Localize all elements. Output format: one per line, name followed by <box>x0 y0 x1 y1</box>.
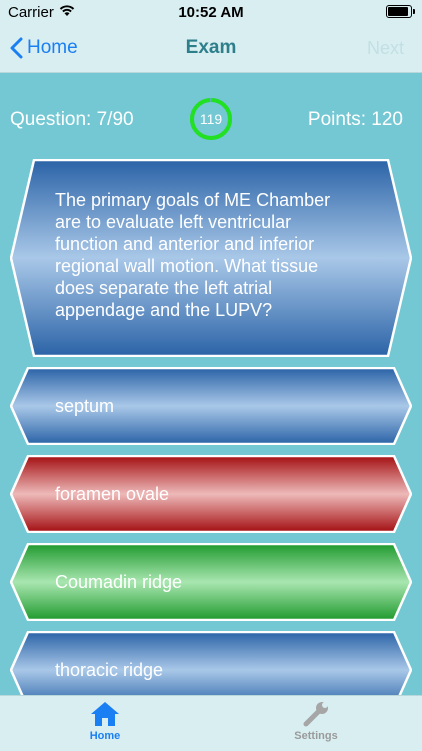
answer-option[interactable]: foramen ovale <box>10 455 412 533</box>
question-line: does separate the left atrial <box>55 278 273 298</box>
next-button[interactable]: Next <box>367 38 404 59</box>
battery-icon <box>386 5 415 18</box>
answer-label: septum <box>55 396 115 416</box>
timer: 119 <box>188 96 234 142</box>
answer-option[interactable]: Coumadin ridge <box>10 543 412 621</box>
page-title: Exam <box>185 37 237 58</box>
answer-option[interactable]: septum <box>10 367 412 445</box>
tab-settings-label: Settings <box>294 730 338 742</box>
question-counter: Question: 7/90 <box>10 109 134 130</box>
timer-value: 119 <box>199 111 223 127</box>
status-time: 10:52 AM <box>178 4 244 21</box>
question-line: appendage and the LUPV? <box>55 300 273 320</box>
question-line: are to evaluate left ventricular <box>55 212 292 232</box>
tab-bar: Home Settings <box>0 695 422 751</box>
question-line: regional wall motion. What tissue <box>55 256 319 276</box>
tab-home-label: Home <box>89 730 121 742</box>
navigation-bar: Home Exam Next <box>0 24 422 73</box>
question-line: The primary goals of ME Chamber <box>55 190 331 210</box>
exam-info-row: Question: 7/90 119 Points: 120 <box>0 95 422 143</box>
tab-home[interactable]: Home <box>60 700 150 742</box>
answer-label: Coumadin ridge <box>55 572 183 592</box>
status-bar: Carrier 10:52 AM <box>0 0 422 24</box>
points-counter: Points: 120 <box>307 109 403 130</box>
tab-settings[interactable]: Settings <box>271 700 361 742</box>
answer-label: foramen ovale <box>55 484 170 504</box>
home-icon <box>91 702 119 726</box>
question-card: The primary goals of ME Chamber are to e… <box>10 159 412 357</box>
question-text: The primary goals of ME Chamber are to e… <box>55 189 375 321</box>
question-line: function and anterior and inferior <box>55 234 315 254</box>
wrench-icon <box>303 702 328 727</box>
